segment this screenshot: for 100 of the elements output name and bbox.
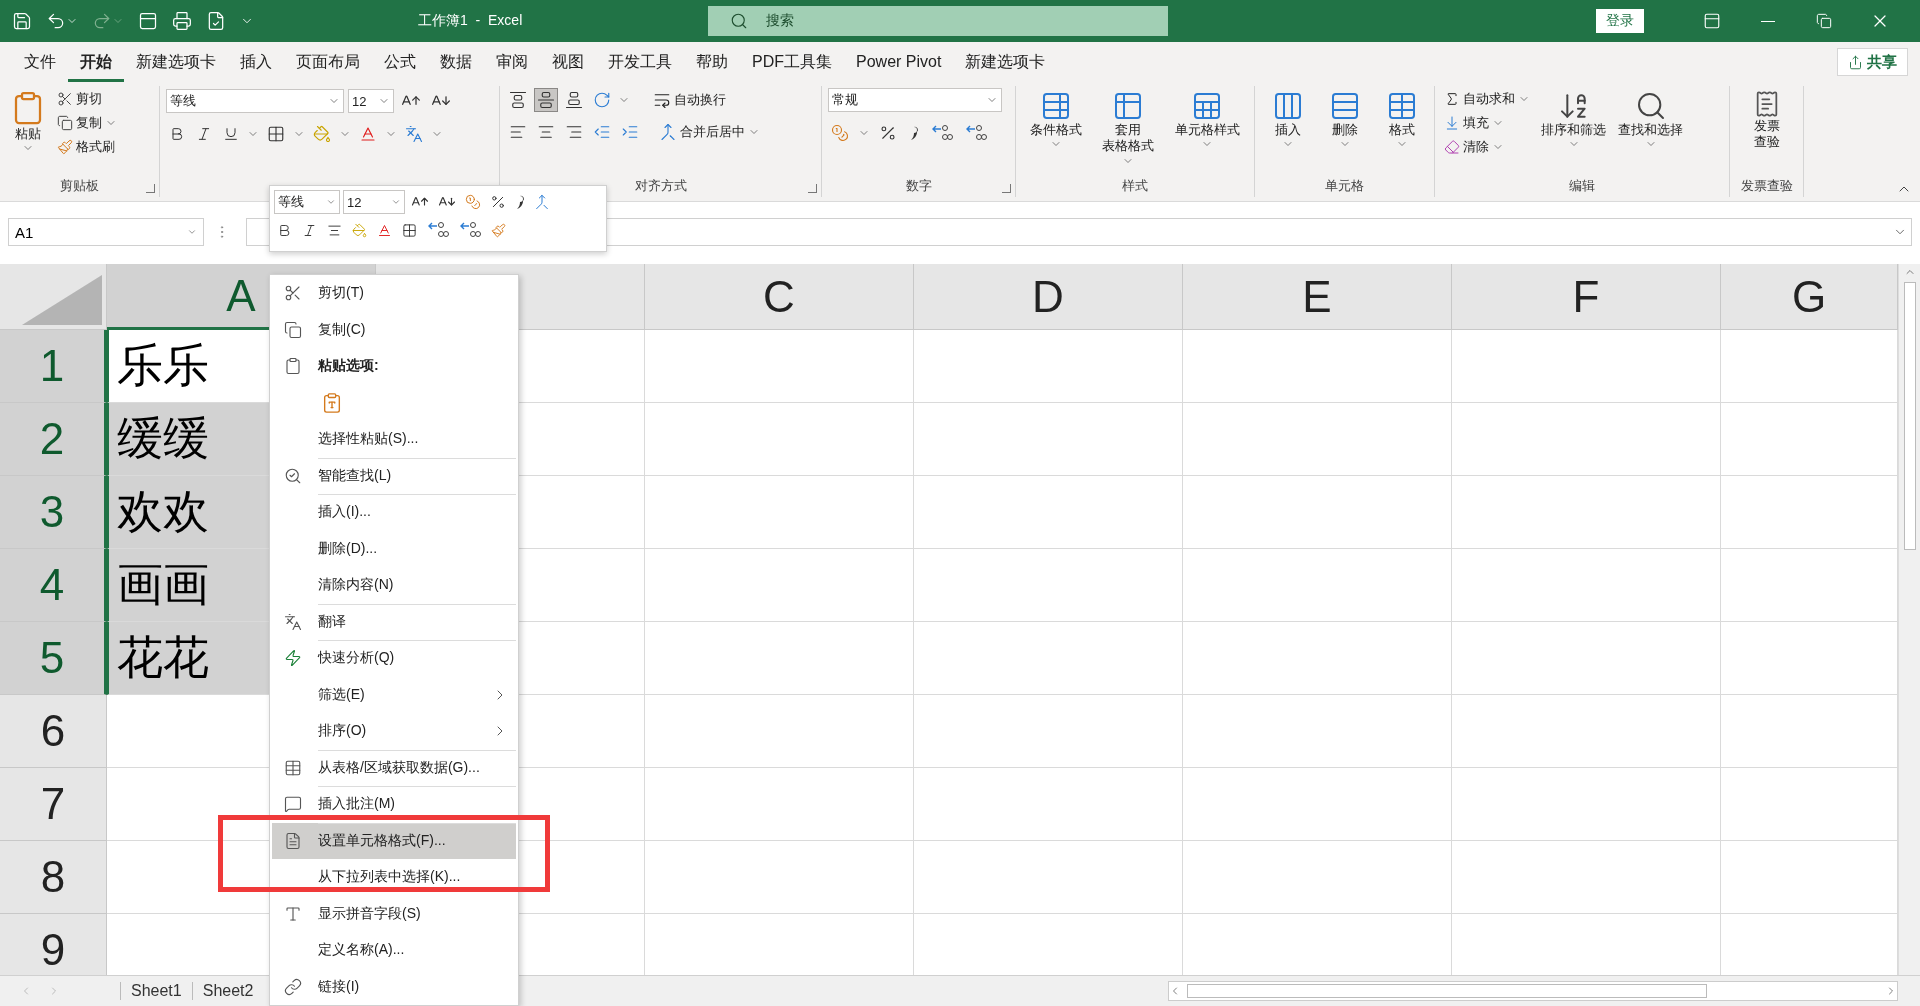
menu-item[interactable]: 从下拉列表中选择(K)... bbox=[272, 859, 516, 896]
cells-button[interactable]: 删除 bbox=[1324, 88, 1365, 153]
scissors-icon bbox=[284, 284, 302, 303]
login-button[interactable]: 登录 bbox=[1596, 9, 1644, 33]
find-select-button[interactable]: 查找和选择 bbox=[1614, 88, 1687, 153]
menu-item[interactable]: 从表格/区域获取数据(G)... bbox=[272, 749, 516, 786]
column-header[interactable]: F bbox=[1452, 264, 1721, 330]
ribbon-tab[interactable]: 开发工具 bbox=[596, 42, 684, 82]
form-icon bbox=[138, 11, 158, 31]
row-header[interactable]: 4 bbox=[0, 549, 107, 622]
coins-icon bbox=[465, 194, 481, 210]
menu-item[interactable]: 显示拼音字段(S) bbox=[272, 895, 516, 932]
link-icon bbox=[284, 977, 302, 996]
menu-item[interactable]: 设置单元格格式(F)... bbox=[272, 822, 516, 859]
percent-icon bbox=[490, 194, 506, 210]
merge-center-button[interactable]: 合并后居中 bbox=[656, 121, 763, 143]
row-header[interactable]: 7 bbox=[0, 768, 107, 841]
column-header[interactable]: E bbox=[1183, 264, 1452, 330]
font-name-select[interactable]: 等线 bbox=[166, 89, 344, 113]
chevron-down-icon bbox=[391, 197, 401, 207]
percent-icon bbox=[879, 124, 897, 142]
row-header[interactable]: 8 bbox=[0, 841, 107, 914]
ribbon-tab[interactable]: 新建选项卡 bbox=[124, 42, 228, 82]
comma-style-icon bbox=[515, 194, 525, 210]
font-name-select[interactable]: 等线 bbox=[274, 190, 340, 214]
ribbon-tab[interactable]: Power Pivot bbox=[844, 42, 954, 82]
cut-button[interactable]: 剪切 bbox=[54, 88, 120, 110]
row-header[interactable]: 6 bbox=[0, 695, 107, 768]
align-icon bbox=[509, 91, 527, 109]
menu-item[interactable]: 定义名称(A)... bbox=[272, 932, 516, 969]
column-header[interactable]: D bbox=[914, 264, 1183, 330]
sigma-icon bbox=[1444, 91, 1460, 107]
row-header[interactable]: 1 bbox=[0, 330, 107, 403]
dialog-launcher-icon[interactable] bbox=[808, 184, 817, 193]
search-field[interactable]: 搜索 bbox=[708, 6, 1168, 36]
clear-button[interactable]: 清除 bbox=[1441, 136, 1533, 158]
styles-button[interactable]: 单元格样式 bbox=[1170, 88, 1244, 153]
scrollbar-thumb[interactable] bbox=[1903, 282, 1916, 550]
ribbon-tab[interactable]: 数据 bbox=[428, 42, 484, 82]
font-color-icon bbox=[359, 125, 377, 143]
ribbon-display-icon bbox=[1703, 12, 1721, 30]
horizontal-scrollbar[interactable] bbox=[1168, 981, 1898, 1001]
dialog-launcher-icon[interactable] bbox=[146, 184, 155, 193]
undo-icon bbox=[46, 11, 66, 31]
sheet-tab[interactable]: Sheet1 bbox=[120, 982, 192, 1000]
ribbon-tab[interactable]: 审阅 bbox=[484, 42, 540, 82]
chevron-down-icon bbox=[326, 197, 336, 207]
save-icon bbox=[12, 11, 32, 31]
font-size-select[interactable]: 12 bbox=[348, 89, 394, 113]
fill-button[interactable]: 填充 bbox=[1441, 112, 1533, 134]
font-size-select[interactable]: 12 bbox=[343, 190, 405, 214]
row-header[interactable]: 2 bbox=[0, 403, 107, 476]
ribbon-tab[interactable]: 文件 bbox=[12, 42, 68, 82]
align-icon bbox=[537, 91, 555, 109]
sort-filter-button[interactable]: 排序和筛选 bbox=[1537, 88, 1610, 153]
minimize-icon[interactable] bbox=[1761, 20, 1775, 22]
ribbon-tab[interactable]: 帮助 bbox=[684, 42, 740, 82]
row-header[interactable]: 3 bbox=[0, 476, 107, 549]
paintbrush-icon bbox=[491, 222, 506, 238]
styles-button[interactable]: 套用 表格格式 bbox=[1098, 88, 1159, 169]
ribbon-tab[interactable]: 插入 bbox=[228, 42, 284, 82]
vertical-scrollbar[interactable] bbox=[1898, 264, 1920, 975]
name-box[interactable]: A1 bbox=[8, 218, 204, 246]
menu-item[interactable]: 插入批注(M) bbox=[272, 786, 516, 823]
format-painter-button[interactable]: 格式刷 bbox=[54, 136, 120, 158]
column-header[interactable]: C bbox=[645, 264, 914, 330]
ribbon-tab[interactable]: 页面布局 bbox=[284, 42, 372, 82]
column-header[interactable]: G bbox=[1721, 264, 1898, 330]
ribbon-tab[interactable]: PDF工具集 bbox=[740, 42, 844, 82]
ribbon-tab[interactable]: 公式 bbox=[372, 42, 428, 82]
dialog-launcher-icon[interactable] bbox=[1002, 184, 1011, 193]
decimal-decrease-icon bbox=[965, 123, 987, 143]
phonetic-icon bbox=[405, 125, 423, 143]
vertical-align-button[interactable] bbox=[534, 88, 558, 112]
eraser-icon bbox=[1444, 139, 1460, 155]
borders-icon bbox=[402, 222, 417, 238]
sheet-tab[interactable]: Sheet2 bbox=[191, 982, 264, 1000]
menu-item[interactable]: 链接(I) bbox=[272, 968, 516, 1005]
autosum-button[interactable]: 自动求和 bbox=[1441, 88, 1533, 110]
row-header[interactable]: 9 bbox=[0, 914, 107, 975]
document-check-icon bbox=[206, 11, 226, 31]
text-icon bbox=[284, 904, 302, 923]
number-format-select[interactable]: 常规 bbox=[828, 88, 1002, 112]
menu-item[interactable]: 排序(O) bbox=[272, 713, 516, 750]
styles-button[interactable]: 条件格式 bbox=[1026, 88, 1087, 153]
invoice-check-button[interactable]: 发票 查验 bbox=[1748, 88, 1785, 153]
group-label: 编辑 bbox=[1569, 177, 1595, 195]
paste-button[interactable]: 粘贴 bbox=[6, 88, 50, 157]
cells-button[interactable]: 格式 bbox=[1381, 88, 1422, 153]
align-center-icon bbox=[537, 123, 555, 141]
ribbon-tab[interactable]: 视图 bbox=[540, 42, 596, 82]
indent-decrease-icon bbox=[593, 123, 611, 141]
document-icon bbox=[284, 831, 302, 850]
share-button[interactable]: 共享 bbox=[1837, 48, 1908, 76]
cells-button[interactable]: 插入 bbox=[1267, 88, 1308, 153]
copy-button[interactable]: 复制 bbox=[54, 112, 120, 134]
restore-icon bbox=[1816, 13, 1832, 29]
wrap-text-button[interactable]: 自动换行 bbox=[650, 89, 729, 111]
row-header[interactable]: 5 bbox=[0, 622, 107, 695]
ribbon-tab[interactable]: 新建选项卡 bbox=[953, 42, 1058, 82]
